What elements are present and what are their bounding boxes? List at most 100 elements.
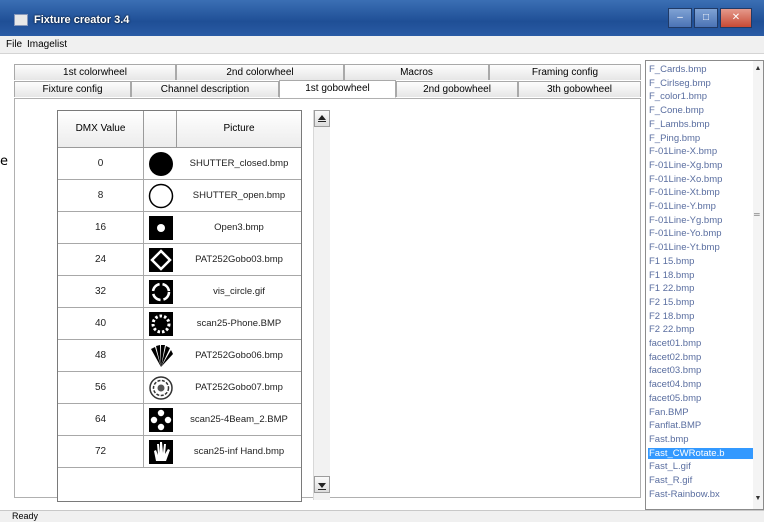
menu-file[interactable]: File (6, 39, 22, 50)
image-file-list[interactable]: F_Cards.bmp F_Cirlseg.bmp F_color1.bmp F_Co… (645, 60, 764, 510)
dmx-value-cell: 56 (58, 372, 144, 403)
list-item[interactable]: F1 18.bmp (649, 270, 694, 281)
list-item[interactable]: F2 18.bmp (649, 311, 694, 322)
list-item[interactable]: Fast_R.gif (649, 475, 692, 486)
table-row[interactable]: 16 Open3.bmp (58, 212, 301, 244)
tab-macros[interactable]: Macros (344, 64, 489, 80)
grid-scrollbar[interactable] (313, 110, 330, 500)
open3-icon (149, 216, 173, 240)
tab-2nd-gobowheel[interactable]: 2nd gobowheel (396, 81, 518, 97)
table-row[interactable]: 64 scan25-4Beam_2.BMP (58, 404, 301, 436)
maximize-button[interactable]: □ (694, 8, 718, 28)
picture-cell: PAT252Gobo07.bmp (195, 382, 283, 393)
status-bar: Ready (0, 510, 764, 522)
tab-1st-colorwheel[interactable]: 1st colorwheel (14, 64, 176, 80)
list-item[interactable]: Fast_L.gif (649, 461, 691, 472)
list-item[interactable]: facet04.bmp (649, 379, 701, 390)
picture-cell: Open3.bmp (214, 222, 264, 233)
list-item[interactable]: F_Ping.bmp (649, 133, 700, 144)
dmx-value-cell: 24 (58, 244, 144, 275)
header-icon[interactable] (144, 111, 177, 147)
list-item[interactable]: F2 22.bmp (649, 324, 694, 335)
table-row[interactable]: 8 SHUTTER_open.bmp (58, 180, 301, 212)
list-item[interactable]: Fanflat.BMP (649, 420, 701, 431)
list-item[interactable]: facet03.bmp (649, 365, 701, 376)
list-item[interactable]: F-01Line-Yg.bmp (649, 215, 722, 226)
filelist-scrollbar[interactable]: ▲ ═ ▼ (753, 61, 763, 509)
tab-channel-description[interactable]: Channel description (131, 81, 279, 97)
window-title: Fixture creator 3.4 (34, 14, 130, 26)
dmx-value-cell: 48 (58, 340, 144, 371)
dmx-value-cell: 32 (58, 276, 144, 307)
dmx-value-cell: 64 (58, 404, 144, 435)
list-item[interactable]: F_Cirlseg.bmp (649, 78, 711, 89)
list-item[interactable]: Fast.bmp (649, 434, 689, 445)
picture-cell: scan25-4Beam_2.BMP (190, 414, 288, 425)
gobo-grid[interactable]: DMX Value Picture 0 SHUTTER_closed.bmp 8… (57, 110, 302, 502)
list-item[interactable]: Fan.BMP (649, 407, 689, 418)
app-icon (14, 14, 28, 26)
list-item[interactable]: F-01Line-Xt.bmp (649, 187, 720, 198)
tab-2nd-colorwheel[interactable]: 2nd colorwheel (176, 64, 344, 80)
dmx-value-cell: 0 (58, 148, 144, 179)
table-row[interactable]: 32 vis_circle.gif (58, 276, 301, 308)
dotted-ring-gobo-icon (149, 312, 173, 336)
table-row[interactable]: 24 PAT252Gobo03.bmp (58, 244, 301, 276)
four-beam-gobo-icon (149, 408, 173, 432)
list-item-selected[interactable]: Fast_CWRotate.b (647, 446, 754, 460)
dmx-value-cell: 16 (58, 212, 144, 243)
list-item[interactable]: F1 22.bmp (649, 283, 694, 294)
list-item[interactable]: F2 15.bmp (649, 297, 694, 308)
picture-cell: SHUTTER_closed.bmp (189, 158, 289, 169)
picture-cell: scan25-inf Hand.bmp (193, 446, 285, 457)
tab-fixture-config[interactable]: Fixture config (14, 81, 131, 97)
table-row[interactable]: 48 PAT252Gobo06.bmp (58, 340, 301, 372)
list-item[interactable]: F-01Line-Yt.bmp (649, 242, 720, 253)
table-row[interactable]: 72 scan25-inf Hand.bmp (58, 436, 301, 468)
scroll-down-button[interactable] (314, 476, 330, 493)
arrow-down-icon (318, 483, 326, 490)
tab-3th-gobowheel[interactable]: 3th gobowheel (518, 81, 641, 97)
list-item[interactable]: facet02.bmp (649, 352, 701, 363)
dmx-value-cell: 8 (58, 180, 144, 211)
close-button[interactable]: ✕ (720, 8, 752, 28)
list-item[interactable]: facet01.bmp (649, 338, 701, 349)
picture-cell: scan25-Phone.BMP (196, 318, 282, 329)
header-picture[interactable]: Picture (177, 111, 301, 147)
picture-cell: PAT252Gobo03.bmp (195, 254, 283, 265)
list-item[interactable]: F_Lambs.bmp (649, 119, 710, 130)
table-row[interactable]: 40 scan25-Phone.BMP (58, 308, 301, 340)
list-item[interactable]: F-01Line-Xo.bmp (649, 174, 722, 185)
tab-row-bottom: Fixture config Channel description 1st g… (14, 80, 641, 98)
header-dmx-value[interactable]: DMX Value (58, 111, 144, 147)
menu-imagelist[interactable]: Imagelist (27, 39, 67, 50)
menu-bar: File Imagelist (0, 36, 764, 54)
tab-row-top: 1st colorwheel 2nd colorwheel Macros Fra… (14, 64, 641, 80)
tab-1st-gobowheel[interactable]: 1st gobowheel (279, 80, 396, 98)
ring-gobo-icon (149, 280, 173, 304)
list-item[interactable]: facet05.bmp (649, 393, 701, 404)
scroll-up-icon[interactable]: ▲ (753, 65, 763, 75)
dmx-value-cell: 40 (58, 308, 144, 339)
scroll-down-icon[interactable]: ▼ (753, 495, 763, 505)
list-item[interactable]: F_color1.bmp (649, 91, 707, 102)
scroll-up-button[interactable] (314, 110, 330, 127)
minimize-button[interactable]: – (668, 8, 692, 28)
picture-cell: SHUTTER_open.bmp (192, 190, 286, 201)
list-item[interactable]: F1 15.bmp (649, 256, 694, 267)
diamond-gobo-icon (149, 248, 173, 272)
list-item[interactable]: F-01Line-Yo.bmp (649, 228, 722, 239)
tab-framing-config[interactable]: Framing config (489, 64, 641, 80)
table-row[interactable]: 56 PAT252Gobo07.bmp (58, 372, 301, 404)
list-item[interactable]: F_Cone.bmp (649, 105, 704, 116)
list-item[interactable]: Fast-Rainbow.bx (649, 489, 720, 500)
scroll-thumb-icon[interactable]: ═ (754, 211, 762, 219)
dmx-value-cell: 72 (58, 436, 144, 467)
list-item[interactable]: F-01Line-Xg.bmp (649, 160, 722, 171)
list-item[interactable]: F_Cards.bmp (649, 64, 707, 75)
list-item[interactable]: F-01Line-X.bmp (649, 146, 717, 157)
window-controls: – □ ✕ (666, 8, 752, 28)
table-row[interactable]: 0 SHUTTER_closed.bmp (58, 148, 301, 180)
clipped-text: e (0, 154, 8, 169)
list-item[interactable]: F-01Line-Y.bmp (649, 201, 716, 212)
